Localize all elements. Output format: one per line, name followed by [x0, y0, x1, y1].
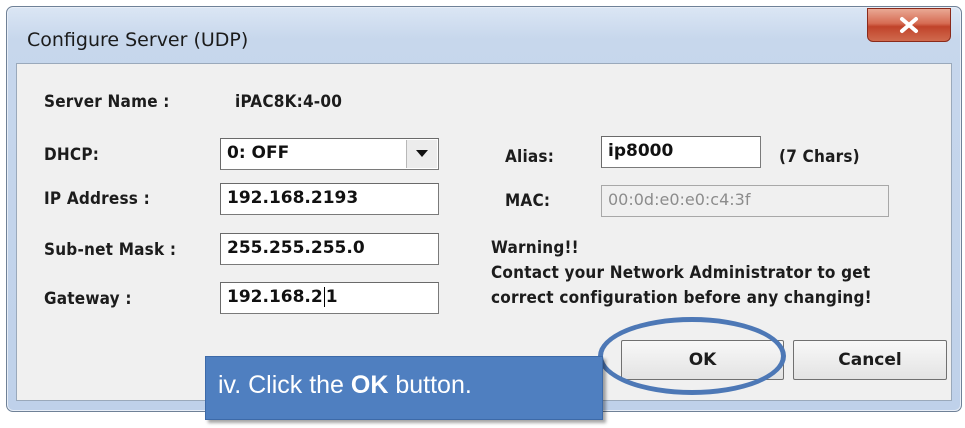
close-button[interactable] — [867, 8, 951, 42]
configure-server-dialog: Configure Server (UDP) Server Name : iPA… — [6, 6, 962, 412]
callout-text-bold: OK — [350, 371, 389, 399]
callout-text-prefix: iv. Click the — [218, 371, 351, 399]
alias-char-hint: (7 Chars) — [779, 147, 860, 167]
mac-field: 00:0d:e0:e0:c4:3f — [601, 185, 889, 217]
alias-label: Alias: — [505, 147, 555, 167]
dhcp-select[interactable]: 0: OFF — [220, 138, 439, 170]
dhcp-selected-value: 0: OFF — [227, 143, 290, 163]
warning-line-2: correct configuration before any changin… — [491, 288, 872, 308]
chevron-down-icon[interactable] — [406, 140, 437, 168]
cancel-button[interactable]: Cancel — [793, 340, 947, 380]
subnet-mask-label: Sub-net Mask : — [44, 240, 177, 260]
warning-title: Warning!! — [491, 238, 579, 258]
warning-line-1: Contact your Network Administrator to ge… — [491, 263, 871, 283]
dhcp-label: DHCP: — [44, 145, 100, 165]
instruction-callout: iv. Click the OK button. — [205, 356, 603, 420]
gateway-value-part2: 1 — [325, 287, 338, 307]
server-name-label: Server Name : — [44, 92, 170, 112]
text-caret — [323, 287, 325, 307]
ip-address-label: IP Address : — [44, 189, 150, 209]
window-title: Configure Server (UDP) — [27, 29, 249, 51]
ip-address-input[interactable]: 192.168.2193 — [220, 183, 439, 215]
gateway-label: Gateway : — [44, 289, 132, 309]
gateway-value-part1: 192.168.2 — [227, 287, 323, 307]
subnet-mask-input[interactable]: 255.255.255.0 — [220, 233, 439, 265]
gateway-input[interactable]: 192.168.2 1 — [220, 282, 439, 314]
callout-text-suffix: button. — [388, 371, 472, 399]
dialog-client-area: Server Name : iPAC8K:4-00 DHCP: 0: OFF I… — [16, 63, 952, 401]
server-name-value: iPAC8K:4-00 — [235, 92, 343, 112]
ok-highlight-ring — [598, 317, 786, 395]
alias-input[interactable]: ip8000 — [601, 136, 761, 168]
title-bar: Configure Server (UDP) — [7, 7, 961, 59]
mac-label: MAC: — [505, 191, 551, 211]
close-icon — [900, 17, 918, 33]
